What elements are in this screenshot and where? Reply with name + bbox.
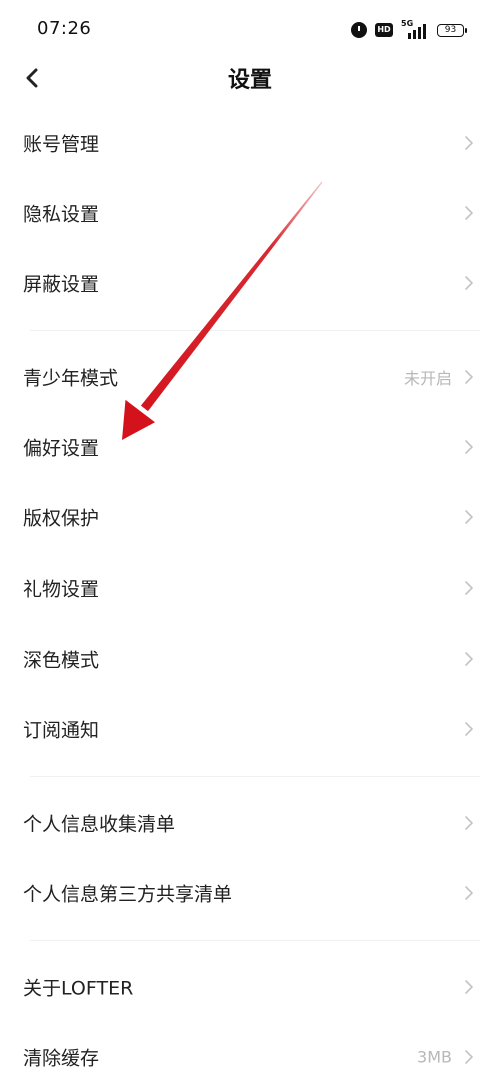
teen-mode-status: 未开启 bbox=[403, 369, 452, 388]
chevron-right-icon bbox=[465, 652, 473, 666]
signal-icon: 5G bbox=[401, 19, 429, 39]
settings-item-label: 屏蔽设置 bbox=[23, 273, 100, 296]
settings-item-info-collection[interactable]: 个人信息收集清单 bbox=[0, 788, 500, 858]
settings-item-third-party-sharing[interactable]: 个人信息第三方共享清单 bbox=[0, 858, 500, 928]
hd-icon: HD bbox=[375, 23, 393, 37]
settings-item-subscription[interactable]: 订阅通知 bbox=[0, 694, 500, 764]
settings-item-label: 青少年模式 bbox=[23, 367, 119, 390]
settings-item-clear-cache[interactable]: 清除缓存 3MB bbox=[0, 1022, 500, 1092]
settings-item-label: 清除缓存 bbox=[23, 1047, 100, 1070]
chevron-right-icon bbox=[465, 816, 473, 830]
chevron-right-icon bbox=[465, 136, 473, 150]
status-icons: HD 5G 93 bbox=[351, 19, 467, 40]
settings-item-dark-mode[interactable]: 深色模式 bbox=[0, 624, 500, 694]
chevron-right-icon bbox=[465, 440, 473, 454]
status-time: 07:26 bbox=[37, 18, 92, 39]
chevron-right-icon bbox=[465, 1050, 473, 1064]
settings-item-label: 账号管理 bbox=[23, 133, 100, 156]
chevron-right-icon bbox=[465, 510, 473, 524]
alarm-icon bbox=[351, 22, 367, 38]
page-title: 设置 bbox=[227, 68, 272, 93]
chevron-right-icon bbox=[465, 276, 473, 290]
group-divider bbox=[30, 776, 480, 777]
settings-item-privacy[interactable]: 隐私设置 bbox=[0, 178, 500, 248]
chevron-right-icon bbox=[465, 206, 473, 220]
settings-item-gift[interactable]: 礼物设置 bbox=[0, 553, 500, 623]
settings-item-label: 关于LOFTER bbox=[23, 977, 134, 1000]
settings-item-label: 订阅通知 bbox=[23, 719, 100, 742]
settings-item-account[interactable]: 账号管理 bbox=[0, 108, 500, 178]
settings-item-label: 个人信息第三方共享清单 bbox=[23, 883, 233, 906]
group-divider bbox=[30, 940, 480, 941]
battery-icon: 93 bbox=[437, 23, 467, 37]
chevron-right-icon bbox=[465, 886, 473, 900]
group-divider bbox=[30, 330, 480, 331]
settings-item-block[interactable]: 屏蔽设置 bbox=[0, 248, 500, 318]
settings-item-label: 隐私设置 bbox=[23, 203, 100, 226]
settings-item-about[interactable]: 关于LOFTER bbox=[0, 952, 500, 1022]
chevron-right-icon bbox=[465, 581, 473, 595]
chevron-right-icon bbox=[465, 980, 473, 994]
settings-item-copyright[interactable]: 版权保护 bbox=[0, 482, 500, 552]
settings-item-teen-mode[interactable]: 青少年模式 未开启 bbox=[0, 342, 500, 412]
settings-item-label: 个人信息收集清单 bbox=[23, 813, 176, 836]
settings-item-label: 深色模式 bbox=[23, 649, 100, 672]
settings-item-preferences[interactable]: 偏好设置 bbox=[0, 412, 500, 482]
settings-item-label: 版权保护 bbox=[23, 507, 100, 530]
chevron-right-icon bbox=[465, 370, 473, 384]
settings-item-label: 礼物设置 bbox=[23, 578, 100, 601]
chevron-right-icon bbox=[465, 722, 473, 736]
nav-bar: 设置 bbox=[0, 50, 500, 106]
settings-item-label: 偏好设置 bbox=[23, 437, 100, 460]
